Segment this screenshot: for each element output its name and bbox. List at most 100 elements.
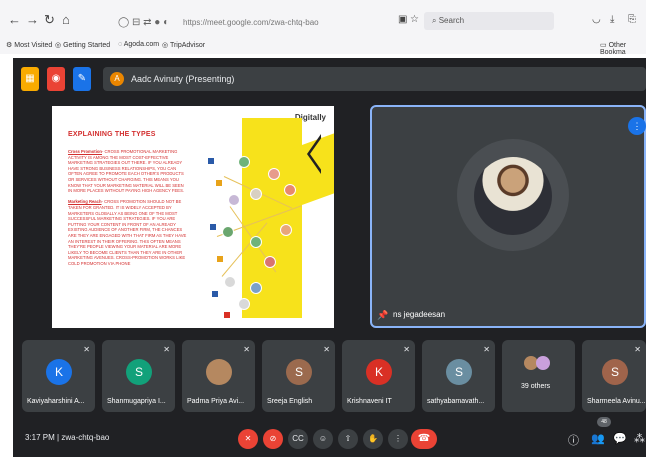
slide-term-2: Marketing Reach	[68, 199, 102, 205]
end-call-button[interactable]: ☎	[411, 429, 437, 449]
notes-icon[interactable]: ✎	[73, 67, 91, 91]
bookmark-tripadvisor[interactable]: ◎ TripAdvisor	[162, 41, 205, 49]
avatar	[474, 157, 552, 235]
avatar	[206, 359, 232, 385]
reload-icon[interactable]: ↻	[44, 10, 55, 30]
more-options-button[interactable]: ⋮	[388, 429, 408, 449]
slide-term-1: Cross Promotion	[68, 149, 102, 154]
camera-off-button[interactable]: ⊘	[263, 429, 283, 449]
network-node	[268, 168, 280, 180]
presenting-banner: A Aadc Avinuty (Presenting)	[103, 67, 646, 91]
bookmark-label: TripAdvisor	[169, 42, 206, 49]
nav-row: ← → ↻ ⌂ ◯ ⊟ ⇄ ● ◐ https://meet.google.co…	[0, 10, 646, 30]
mic-off-icon: ✕	[403, 345, 410, 354]
slides-icon[interactable]: ▦	[21, 67, 39, 91]
slide-square	[212, 291, 218, 297]
avatar: K	[366, 359, 392, 385]
bookmarks-bar: ⚙ Most Visited ◎ Getting Started ◌ Agoda…	[0, 39, 646, 56]
others-label: 39 others	[521, 383, 551, 390]
avatar: S	[126, 359, 152, 385]
participant-tile[interactable]: ✕ K Kaviyaharshini A...	[22, 340, 95, 412]
network-node	[250, 236, 262, 248]
avatar: S	[446, 359, 472, 385]
bookmark-label: Agoda.com	[123, 41, 160, 48]
bookmark-other[interactable]: ▭ Other Bookma	[600, 41, 646, 56]
bookmark-most-visited[interactable]: ⚙ Most Visited	[6, 41, 52, 49]
chat-icon[interactable]: 💬	[613, 432, 627, 445]
mic-off-icon: ✕	[323, 345, 330, 354]
download-icon[interactable]: ⤓	[610, 10, 614, 30]
participant-name: Sreeja English	[267, 398, 313, 405]
network-node	[222, 226, 234, 238]
captions-button[interactable]: CC	[288, 429, 308, 449]
participant-tile[interactable]: ✕ S sathyabamavath...	[422, 340, 495, 412]
bookmark-getting-started[interactable]: ◎ Getting Started	[55, 41, 110, 49]
participant-tile[interactable]: ✕ S Sreeja English	[262, 340, 335, 412]
shield-icon: ◯ ⊟ ⇄ ● ◐	[118, 17, 170, 28]
network-node	[280, 224, 292, 236]
present-button[interactable]: ⇧	[338, 429, 358, 449]
network-node	[224, 276, 236, 288]
bookmark-agoda[interactable]: ◌ Agoda.com	[118, 41, 159, 48]
mic-off-icon: ✕	[163, 345, 170, 354]
separator: |	[57, 433, 60, 442]
slide-para-2: - CROSS PROMOTION SHOULD NOT BE TAKEN FO…	[68, 199, 187, 266]
raise-hand-button[interactable]: ✋	[363, 429, 383, 449]
bookmark-label: Most Visited	[14, 42, 53, 49]
url-text: https://meet.google.com/zwa-chtq-bao	[183, 18, 319, 27]
extensions-icon[interactable]: ⎘	[628, 10, 636, 30]
participant-name: Sharmeela Avinu...	[587, 398, 646, 405]
participant-tile[interactable]: ✕ Padma Priya Avi...	[182, 340, 255, 412]
participant-strip: ✕ K Kaviyaharshini A... ✕ S Shanmugapriy…	[22, 340, 646, 412]
slide-square	[210, 224, 216, 230]
reader-icon[interactable]: ▣	[398, 10, 407, 30]
network-node	[250, 188, 262, 200]
search-placeholder: Search	[438, 16, 465, 25]
clock-time: 3:17 PM	[25, 433, 55, 442]
home-icon[interactable]: ⌂	[62, 10, 70, 30]
mic-off-icon: ✕	[634, 345, 641, 354]
people-icon[interactable]: 👥	[591, 432, 605, 445]
slide-square	[224, 312, 230, 318]
meet-window: ▦ ◉ ✎ A Aadc Avinuty (Presenting) Digita…	[13, 58, 646, 457]
avatar: S	[602, 359, 628, 385]
others-tile[interactable]: 39 others	[502, 340, 575, 412]
presenter-avatar: A	[110, 72, 124, 86]
activities-icon[interactable]: ⁂	[634, 432, 645, 445]
info-icon[interactable]: ⓘ	[568, 432, 579, 448]
slide-chevron-inner	[310, 137, 322, 171]
meeting-info: 3:17 PM | zwa-chtq-bao	[25, 433, 109, 442]
participant-tile[interactable]: ✕ K Krishnaveni IT	[342, 340, 415, 412]
network-node	[264, 256, 276, 268]
slide-body: Cross Promotion- CROSS PROMOTIONAL MARKE…	[68, 149, 188, 266]
network-node	[284, 184, 296, 196]
participant-name: Padma Priya Avi...	[187, 398, 245, 405]
participant-tile[interactable]: ✕ S Shanmugapriya I...	[102, 340, 175, 412]
network-node	[238, 298, 250, 310]
speaking-indicator-icon: ⋮	[628, 117, 646, 135]
forward-icon[interactable]: →	[26, 10, 39, 30]
record-icon[interactable]: ◉	[47, 67, 65, 91]
bookmark-star-icon[interactable]: ☆	[410, 10, 419, 30]
participant-name: sathyabamavath...	[427, 398, 485, 405]
presenting-label: Aadc Avinuty (Presenting)	[131, 74, 235, 84]
participant-tile[interactable]: ✕ S Sharmeela Avinu...	[582, 340, 646, 412]
slide-square	[216, 180, 222, 186]
back-icon[interactable]: ←	[8, 10, 21, 30]
main-participant-tile[interactable]: ⋮ 📌 ns jegadeesan	[370, 105, 646, 328]
mic-off-icon: ✕	[483, 345, 490, 354]
slide-para-1: - CROSS PROMOTIONAL MARKETING ACTIVITY I…	[68, 149, 185, 194]
participant-name: Shanmugapriya I...	[107, 398, 166, 405]
participant-name: Kaviyaharshini A...	[27, 398, 85, 405]
search-input[interactable]: ⌕ Search	[424, 12, 554, 30]
emoji-button[interactable]: ☺	[313, 429, 333, 449]
pin-icon[interactable]: 📌	[377, 310, 388, 321]
pocket-icon[interactable]: ◡	[592, 10, 601, 30]
shared-slide: Digitally EXPLAINING THE TYPES Cross Pro…	[52, 106, 334, 328]
mic-off-button[interactable]: ✕	[238, 429, 258, 449]
mic-off-icon: ✕	[83, 345, 90, 354]
bookmark-label: Getting Started	[63, 42, 111, 49]
browser-toolbar: ← → ↻ ⌂ ◯ ⊟ ⇄ ● ◐ https://meet.google.co…	[0, 0, 646, 56]
address-bar[interactable]: ◯ ⊟ ⇄ ● ◐ https://meet.google.com/zwa-ch…	[112, 13, 422, 31]
avatar: S	[286, 359, 312, 385]
